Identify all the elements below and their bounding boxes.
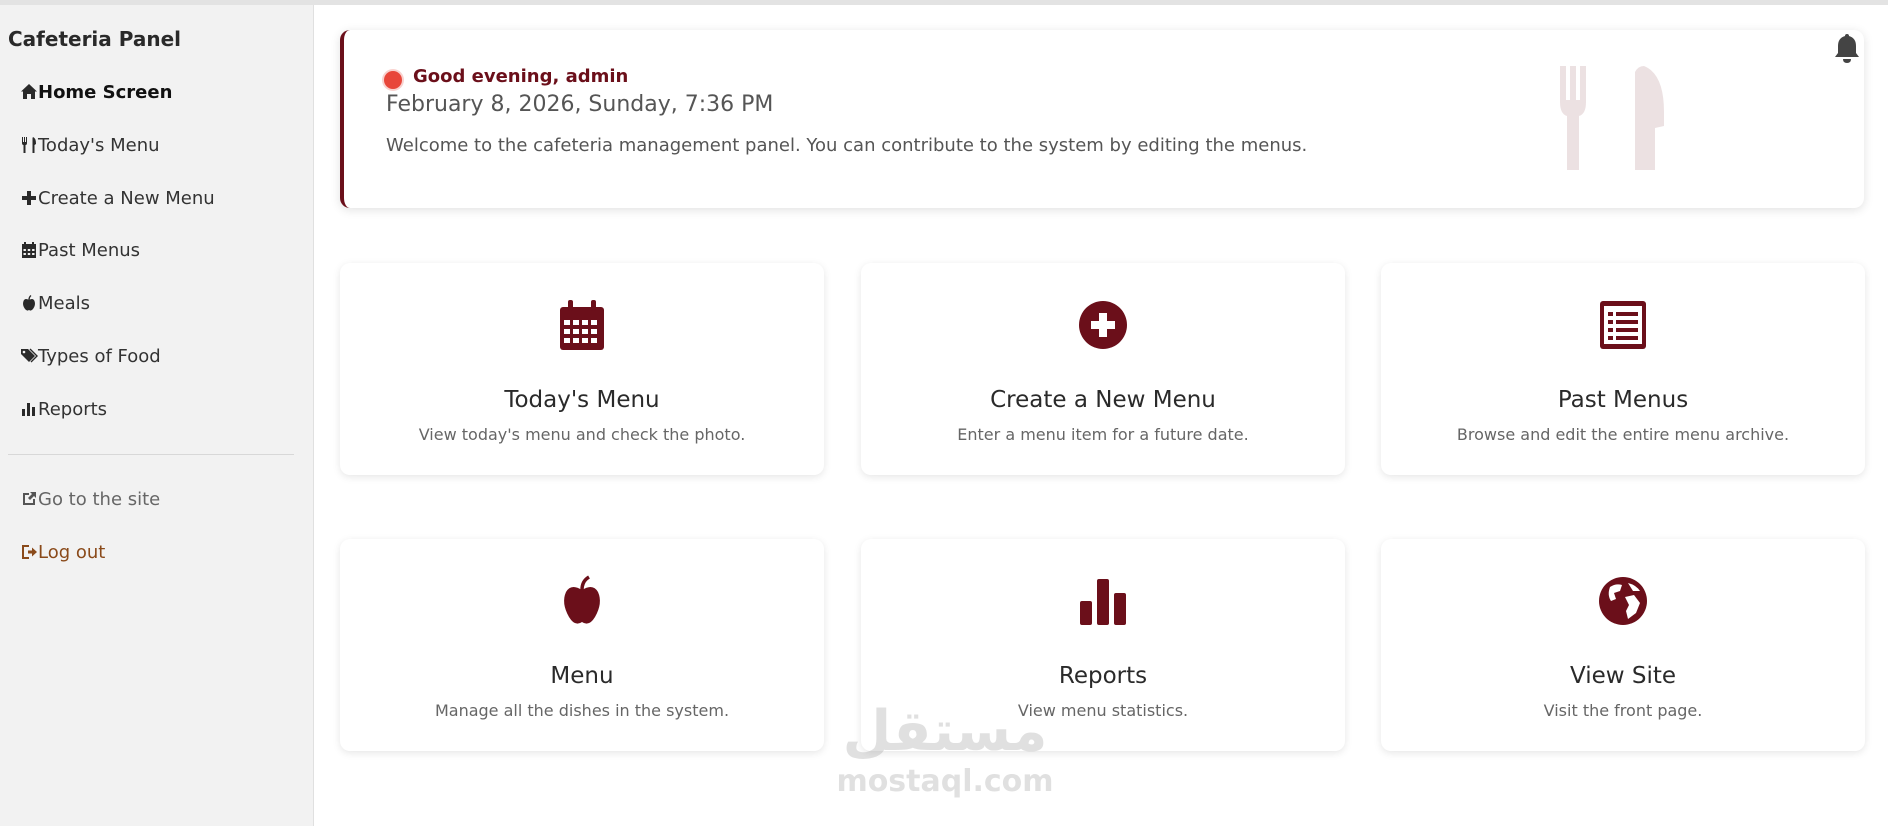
plus-circle-icon — [1079, 301, 1127, 349]
sidebar-item-label: Past Menus — [38, 239, 141, 261]
card-menu[interactable]: Menu Manage all the dishes in the system… — [340, 539, 824, 751]
sidebar-item-past-menus[interactable]: Past Menus — [20, 233, 140, 267]
card-create-new-menu[interactable]: Create a New Menu Enter a menu item for … — [861, 263, 1345, 475]
sidebar-item-label: Types of Food — [38, 345, 161, 367]
utensils-icon — [1560, 66, 1664, 170]
tags-icon — [20, 347, 38, 365]
sidebar-item-label: Home Screen — [38, 81, 173, 103]
watermark: مستقل mostaql.com — [835, 700, 1055, 810]
bar-chart-icon — [1080, 579, 1126, 625]
sidebar-item-create-new-menu[interactable]: Create a New Menu — [20, 181, 215, 215]
sidebar-item-label: Go to the site — [38, 488, 161, 510]
card-description: Visit the front page. — [1543, 701, 1703, 720]
sidebar-title: Cafeteria Panel — [8, 27, 182, 51]
card-title: Create a New Menu — [990, 387, 1216, 413]
home-icon — [20, 83, 38, 101]
sidebar-item-label: Create a New Menu — [38, 187, 215, 209]
sidebar-item-label: Meals — [38, 292, 91, 314]
apple-icon — [20, 294, 38, 312]
watermark-text: mostaql.com — [836, 764, 1054, 799]
card-description: View today's menu and check the photo. — [418, 425, 746, 444]
calendar-icon — [560, 300, 604, 350]
bell-icon[interactable] — [1833, 32, 1861, 64]
sidebar-item-go-to-site[interactable]: Go to the site — [20, 482, 160, 516]
status-dot — [384, 71, 402, 89]
card-title: View Site — [1569, 663, 1677, 689]
sidebar-item-todays-menu[interactable]: Today's Menu — [20, 128, 160, 162]
sidebar-item-label: Today's Menu — [38, 134, 160, 156]
welcome-card: Good evening, admin February 8, 2026, Su… — [340, 30, 1864, 208]
greeting-text: Good evening, admin — [413, 66, 629, 87]
utensils-icon — [20, 136, 38, 154]
sidebar-item-meals[interactable]: Meals — [20, 286, 90, 320]
card-description: Enter a menu item for a future date. — [957, 425, 1249, 444]
card-title: Menu — [550, 663, 614, 689]
sidebar: Cafeteria Panel Home Screen Today's Menu… — [0, 5, 314, 826]
card-view-site[interactable]: View Site Visit the front page. — [1381, 539, 1865, 751]
sidebar-item-home-screen[interactable]: Home Screen — [20, 75, 172, 109]
sign-out-icon — [20, 543, 38, 561]
sidebar-item-label: Reports — [38, 398, 108, 420]
plus-icon — [20, 189, 38, 207]
card-description: Manage all the dishes in the system. — [434, 701, 730, 720]
welcome-message: Welcome to the cafeteria management pane… — [386, 135, 1308, 156]
watermark-arabic: مستقل — [842, 699, 1048, 764]
calendar-icon — [20, 241, 38, 259]
current-datetime: February 8, 2026, Sunday, 7:36 PM — [386, 92, 774, 117]
card-past-menus[interactable]: Past Menus Browse and edit the entire me… — [1381, 263, 1865, 475]
sidebar-item-reports[interactable]: Reports — [20, 392, 107, 426]
sidebar-item-label: Log out — [38, 541, 106, 563]
sidebar-item-log-out[interactable]: Log out — [20, 535, 105, 569]
apple-icon — [564, 575, 600, 624]
card-title: Today's Menu — [504, 387, 660, 413]
globe-icon — [1599, 577, 1647, 625]
card-title: Past Menus — [1557, 387, 1689, 413]
list-alt-icon — [1600, 301, 1646, 349]
external-link-icon — [20, 490, 38, 508]
bar-chart-icon — [20, 400, 38, 418]
card-description: Browse and edit the entire menu archive. — [1456, 425, 1790, 444]
card-title: Reports — [1058, 663, 1148, 689]
card-todays-menu[interactable]: Today's Menu View today's menu and check… — [340, 263, 824, 475]
sidebar-item-types-of-food[interactable]: Types of Food — [20, 339, 161, 373]
sidebar-divider — [8, 454, 294, 455]
